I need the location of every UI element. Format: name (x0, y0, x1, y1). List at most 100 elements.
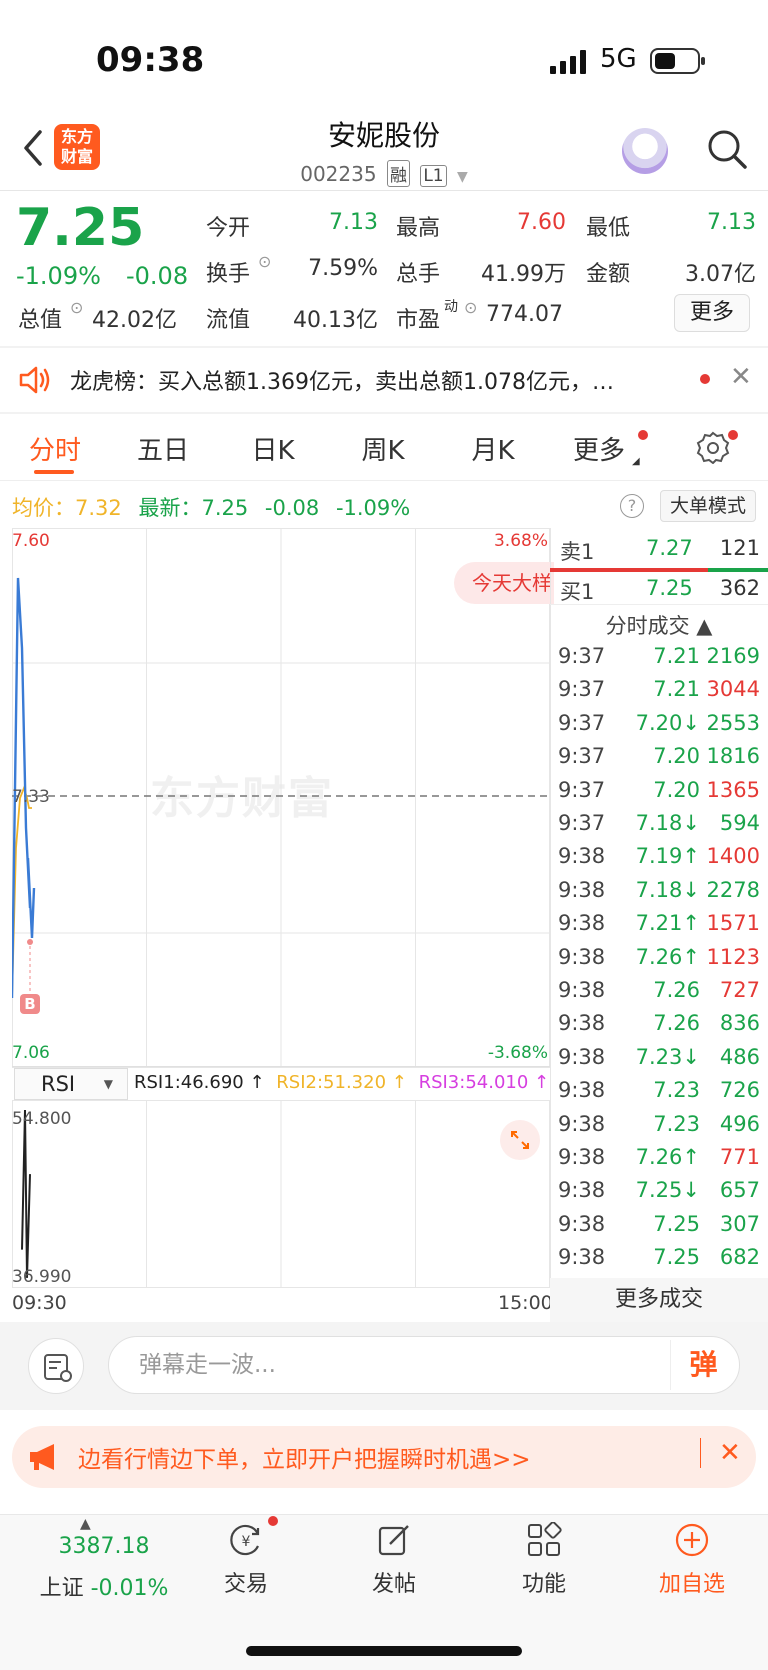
trade-volume: 2169 (706, 644, 760, 668)
divider (0, 346, 768, 348)
buy-row[interactable]: 买1 7.25 362 (550, 572, 768, 606)
battery-icon (650, 48, 705, 74)
help-icon[interactable]: ? (620, 494, 644, 518)
buy-marker[interactable]: B (20, 994, 40, 1014)
price-info-line: 均价：7.32 最新：7.25 -0.08 -1.09% (12, 492, 410, 522)
trade-time: 9:37 (558, 744, 606, 769)
network-label: 5G (600, 44, 637, 74)
buy-label: 买1 (560, 580, 595, 604)
info-icon[interactable]: ⊙ (464, 298, 477, 317)
trade-volume: 1123 (706, 944, 760, 969)
indicator-label: RSI (41, 1072, 76, 1096)
close-icon[interactable]: ✕ (700, 1438, 741, 1468)
trade-time: 9:38 (558, 1211, 606, 1236)
trade-row: 9:38 7.23↓ 486 (558, 1045, 760, 1078)
more-trades-button[interactable]: 更多成交 (550, 1278, 768, 1322)
active-tab-indicator (34, 470, 74, 474)
indicator-select[interactable]: RSI ▼ (14, 1068, 128, 1100)
assistant-robot-icon[interactable] (622, 128, 668, 174)
nav-functions[interactable]: 功能 (474, 1522, 614, 1598)
rsi1-value: RSI1:46.690 ↑ (134, 1072, 265, 1093)
corner-icon: ◢ (632, 456, 640, 467)
trade-price: 7.25 (653, 1245, 700, 1270)
trade-volume: 726 (719, 1078, 760, 1103)
trade-price: 7.26 (653, 1011, 700, 1036)
big-order-mode-button[interactable]: 大单模式 (660, 490, 756, 522)
comment-icon[interactable] (28, 1338, 84, 1394)
trade-row: 9:38 7.18↓ 2278 (558, 878, 760, 911)
turnover-label: 换手 (206, 262, 251, 287)
rsi-values: RSI1:46.690 ↑ RSI2:51.320 ↑ RSI3:54.010 … (134, 1072, 549, 1093)
nav-post[interactable]: 发帖 (324, 1522, 464, 1598)
divider (550, 528, 551, 1322)
close-icon[interactable]: ✕ (730, 362, 752, 392)
pe-label: 市盈 (396, 308, 441, 333)
yuan-icon: ¥ (230, 1524, 260, 1556)
trade-row: 9:37 7.21 3044 (558, 677, 760, 710)
plus-circle-icon (675, 1523, 709, 1557)
promo-text[interactable]: 边看行情边下单，立即开户把握瞬时机遇>> (78, 1440, 531, 1474)
more-button[interactable]: 更多 (674, 294, 750, 332)
status-time: 09:38 (96, 40, 205, 80)
trade-volume: 1571 (706, 911, 760, 936)
open-value: 7.13 (329, 210, 378, 235)
notification-dot (638, 430, 648, 440)
info-icon[interactable]: ⊙ (70, 298, 83, 317)
news-ticker[interactable]: 龙虎榜：买入总额1.369亿元，卖出总额1.078亿元，… (70, 364, 680, 396)
rsi-chart[interactable]: 54.800 36.990 (12, 1100, 550, 1288)
trade-time: 9:37 (558, 777, 606, 802)
danmu-input[interactable]: 弹幕走一波... (108, 1336, 740, 1394)
nav-add-watch[interactable]: 加自选 (622, 1522, 762, 1598)
trade-price: 7.20 (653, 777, 700, 802)
expand-icon[interactable] (500, 1120, 540, 1160)
gear-icon[interactable] (696, 430, 730, 464)
trade-volume: 771 (719, 1145, 760, 1169)
y-mid-label: 7.33 (12, 787, 50, 807)
trade-volume: 2553 (706, 710, 760, 735)
sell-price: 7.27 (646, 536, 693, 560)
trade-price: 7.25↓ (635, 1178, 700, 1203)
notification-dot (268, 1516, 278, 1526)
nav-trade[interactable]: ¥ 交易 (176, 1522, 316, 1598)
tab-intraday[interactable]: 分时 (22, 430, 88, 467)
trade-time: 9:38 (558, 1145, 606, 1169)
index-name: 上证 (39, 1576, 84, 1601)
trade-row: 9:38 7.25 307 (558, 1212, 760, 1245)
trade-volume: 1816 (706, 744, 760, 769)
trades-title[interactable]: 分时成交 ▲ (550, 610, 768, 640)
price-change: -0.08 (126, 262, 189, 290)
low-value: 7.13 (707, 210, 756, 235)
search-icon[interactable] (706, 128, 748, 170)
nav-add-watch-label: 加自选 (658, 1572, 725, 1597)
info-icon[interactable]: ⊙ (258, 252, 271, 271)
tab-five-day[interactable]: 五日 (130, 430, 196, 467)
tab-weekly-k[interactable]: 周K (350, 430, 416, 467)
danmu-button[interactable]: 弹 (670, 1340, 736, 1390)
high-value: 7.60 (517, 210, 566, 235)
tab-more[interactable]: 更多 (566, 430, 632, 467)
tab-daily-k[interactable]: 日K (240, 430, 306, 467)
intraday-chart[interactable]: 7.60 7.33 7.06 3.68% -3.68% (12, 528, 550, 1068)
tab-monthly-k[interactable]: 月K (460, 430, 526, 467)
trade-price: 7.20 (653, 744, 700, 769)
latest-change: -0.08 (264, 496, 320, 520)
trade-volume: 496 (719, 1111, 760, 1136)
avg-label: 均价： (12, 496, 75, 520)
index-value[interactable]: 3387.18 (24, 1534, 184, 1559)
caret-up-icon: ▲ (80, 1516, 91, 1532)
volume-value: 41.99万 (481, 262, 566, 287)
sell-row[interactable]: 卖1 7.27 121 (550, 532, 768, 566)
high-label: 最高 (396, 216, 441, 241)
rsi3-value: RSI3:54.010 ↑ (418, 1072, 550, 1093)
chevron-down-icon: ▼ (103, 1077, 113, 1091)
sell-volume: 121 (719, 536, 760, 560)
trade-row: 9:37 7.21 2169 (558, 644, 760, 677)
index-line[interactable]: 上证 -0.01% (24, 1570, 184, 1602)
mktcap-value: 42.02亿 (92, 308, 177, 333)
trade-row: 9:38 7.25 682 (558, 1245, 760, 1278)
trade-time: 9:38 (558, 877, 606, 902)
today-badge[interactable]: 今天大样 (454, 562, 554, 604)
signal-icon (550, 50, 586, 74)
megaphone-icon (30, 1444, 54, 1470)
trade-price: 7.23↓ (635, 1044, 700, 1069)
